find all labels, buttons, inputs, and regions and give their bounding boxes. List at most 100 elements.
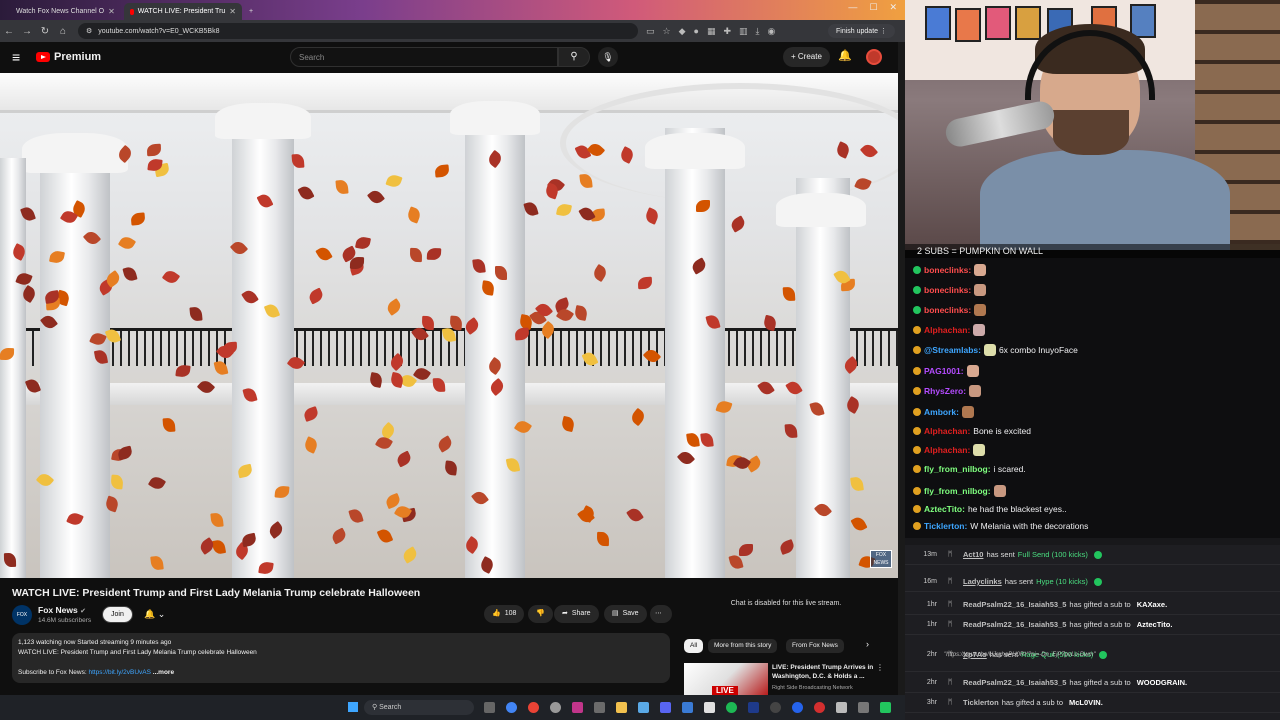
event-user[interactable]: ReadPsalm22_16_Isaiah53_5 [963,600,1066,609]
chat-username[interactable]: fly_from_nilbog: [924,464,991,474]
downloads-icon[interactable]: ⤓ [756,26,760,37]
event-user[interactable]: ReadPsalm22_16_Isaiah53_5 [963,620,1066,629]
finish-update-button[interactable]: Finish update ⋮ [828,24,895,38]
chat-username[interactable]: AztecTito: [924,504,965,514]
chat-username[interactable]: Alphachan: [924,325,970,335]
new-tab-button[interactable]: + [246,3,260,20]
event-target[interactable]: AztecTito. [1137,620,1173,629]
subscribe-link[interactable]: https://bit.ly/2vBUvAS [88,669,151,676]
chat-username[interactable]: Alphachan: [924,426,970,436]
chat-username[interactable]: boneclinks: [924,285,971,295]
event-item: Full Send (100 kicks) [1017,550,1088,559]
chat-username[interactable]: PAG1001: [924,366,964,376]
browser-tab[interactable]: Watch Fox News Channel O ✕ [6,3,118,20]
app-icon[interactable] [880,702,891,713]
close-tab-icon[interactable]: ✕ [229,7,236,16]
screen-cast-icon[interactable]: ▭ [646,26,655,37]
microphone-icon[interactable]: 🎙 [598,47,618,67]
home-icon[interactable]: ⌂ [54,26,72,37]
event-target[interactable]: WOODGRAIN. [1137,678,1187,687]
site-info-icon[interactable]: ⚙ [86,27,92,35]
spotify-icon[interactable] [726,702,737,713]
app-icon[interactable] [704,702,715,713]
extension-icon[interactable]: ◆ [679,26,686,37]
app-icon[interactable] [858,702,869,713]
like-button[interactable]: 👍 108 [484,605,525,623]
channel-avatar[interactable]: FOX [12,605,32,625]
chip-more-from-story[interactable]: More from this story [708,639,778,653]
telegram-icon[interactable] [638,702,649,713]
video-description[interactable]: 1,123 watching now Started streaming 9 m… [12,633,670,683]
app-icon[interactable] [814,702,825,713]
hamburger-menu-icon[interactable]: ≡ [12,49,20,65]
recommended-channel[interactable]: Right Side Broadcasting Network [772,685,853,691]
app-icon[interactable] [836,702,847,713]
chat-username[interactable]: RhysZero: [924,386,966,396]
sidebar-icon[interactable]: ▥ [739,26,748,37]
app-icon[interactable] [572,702,583,713]
notifications-bell-icon[interactable]: 🔔 [838,49,852,62]
recommended-thumbnail[interactable]: LIVE [684,663,768,695]
channel-name[interactable]: Fox News ✔ [38,605,86,615]
youtube-logo[interactable]: Premium [36,51,101,63]
chat-username[interactable]: boneclinks: [924,305,971,315]
search-input[interactable]: Search [290,47,558,67]
close-tab-icon[interactable]: ✕ [108,7,115,16]
save-button[interactable]: ▤ Save [604,605,647,623]
extensions-puzzle-icon[interactable]: ✚ [723,26,731,37]
chat-username[interactable]: @Streamlabs: [924,345,981,355]
chevron-right-icon[interactable]: › [866,639,869,649]
file-explorer-icon[interactable] [616,702,627,713]
event-target[interactable]: McL0VIN. [1069,698,1103,707]
taskbar-search[interactable]: ⚲ Search [364,700,474,715]
close-window-icon[interactable]: ✕ [889,2,897,13]
app-icon[interactable] [682,702,693,713]
reload-icon[interactable]: ↻ [36,26,54,37]
chrome-icon[interactable] [506,702,517,713]
app-icon[interactable] [770,702,781,713]
event-user[interactable]: ReadPsalm22_16_Isaiah53_5 [963,678,1066,687]
video-player[interactable]: FOX NEWS [0,73,898,578]
task-view-icon[interactable] [484,702,495,713]
browser-tab-active[interactable]: WATCH LIVE: President Tru ✕ [124,3,242,20]
search-icon[interactable]: ⚲ [558,47,590,67]
app-icon[interactable] [550,702,561,713]
show-more-link[interactable]: ...more [153,669,174,676]
event-user[interactable]: Ladyclinks [963,577,1002,586]
subscribe-bell-dropdown[interactable]: 🔔 ⌄ [138,606,171,623]
app-icon[interactable] [748,702,759,713]
event-user[interactable]: Act10 [963,550,983,559]
maximize-icon[interactable]: ☐ [869,2,877,13]
extension-icon[interactable]: ● [694,26,699,36]
chat-username[interactable]: boneclinks: [924,265,971,275]
discord-icon[interactable] [660,702,671,713]
url-field[interactable]: ⚙ youtube.com/watch?v=E0_WCKB5Bk8 [78,23,638,39]
event-target[interactable]: KAXaxe. [1137,600,1167,609]
chat-username[interactable]: Alphachan: [924,445,970,455]
app-icon[interactable] [792,702,803,713]
chat-username[interactable]: fly_from_nilbog: [924,486,991,496]
windows-start-icon[interactable] [348,702,358,712]
dislike-button[interactable]: 👎 [528,605,553,623]
user-avatar[interactable] [866,49,882,65]
more-actions-icon[interactable]: ⋯ [650,605,672,623]
bookmark-star-icon[interactable]: ☆ [663,26,671,37]
join-button[interactable]: Join [102,606,133,623]
back-icon[interactable]: ← [0,26,18,37]
app-icon[interactable] [594,702,605,713]
recommended-title[interactable]: LIVE: President Trump Arrives in Washing… [772,663,876,681]
page-scrollbar[interactable] [898,42,905,695]
forward-icon[interactable]: → [18,26,36,37]
chat-username[interactable]: Ambork: [924,407,959,417]
create-button[interactable]: + Create [783,47,830,67]
chip-from-fox-news[interactable]: From Fox News [786,639,844,653]
chat-username[interactable]: Ticklerton: [924,521,967,531]
recommendation-menu-icon[interactable]: ⋮ [876,663,884,672]
extension-icon[interactable]: ▦ [707,26,716,37]
profile-icon[interactable]: ◉ [768,26,776,37]
minimize-icon[interactable]: — [848,2,857,13]
chip-all[interactable]: All [684,639,704,653]
event-user[interactable]: Ticklerton [963,698,999,707]
share-button[interactable]: ➦ Share [554,605,599,623]
chrome-icon[interactable] [528,702,539,713]
